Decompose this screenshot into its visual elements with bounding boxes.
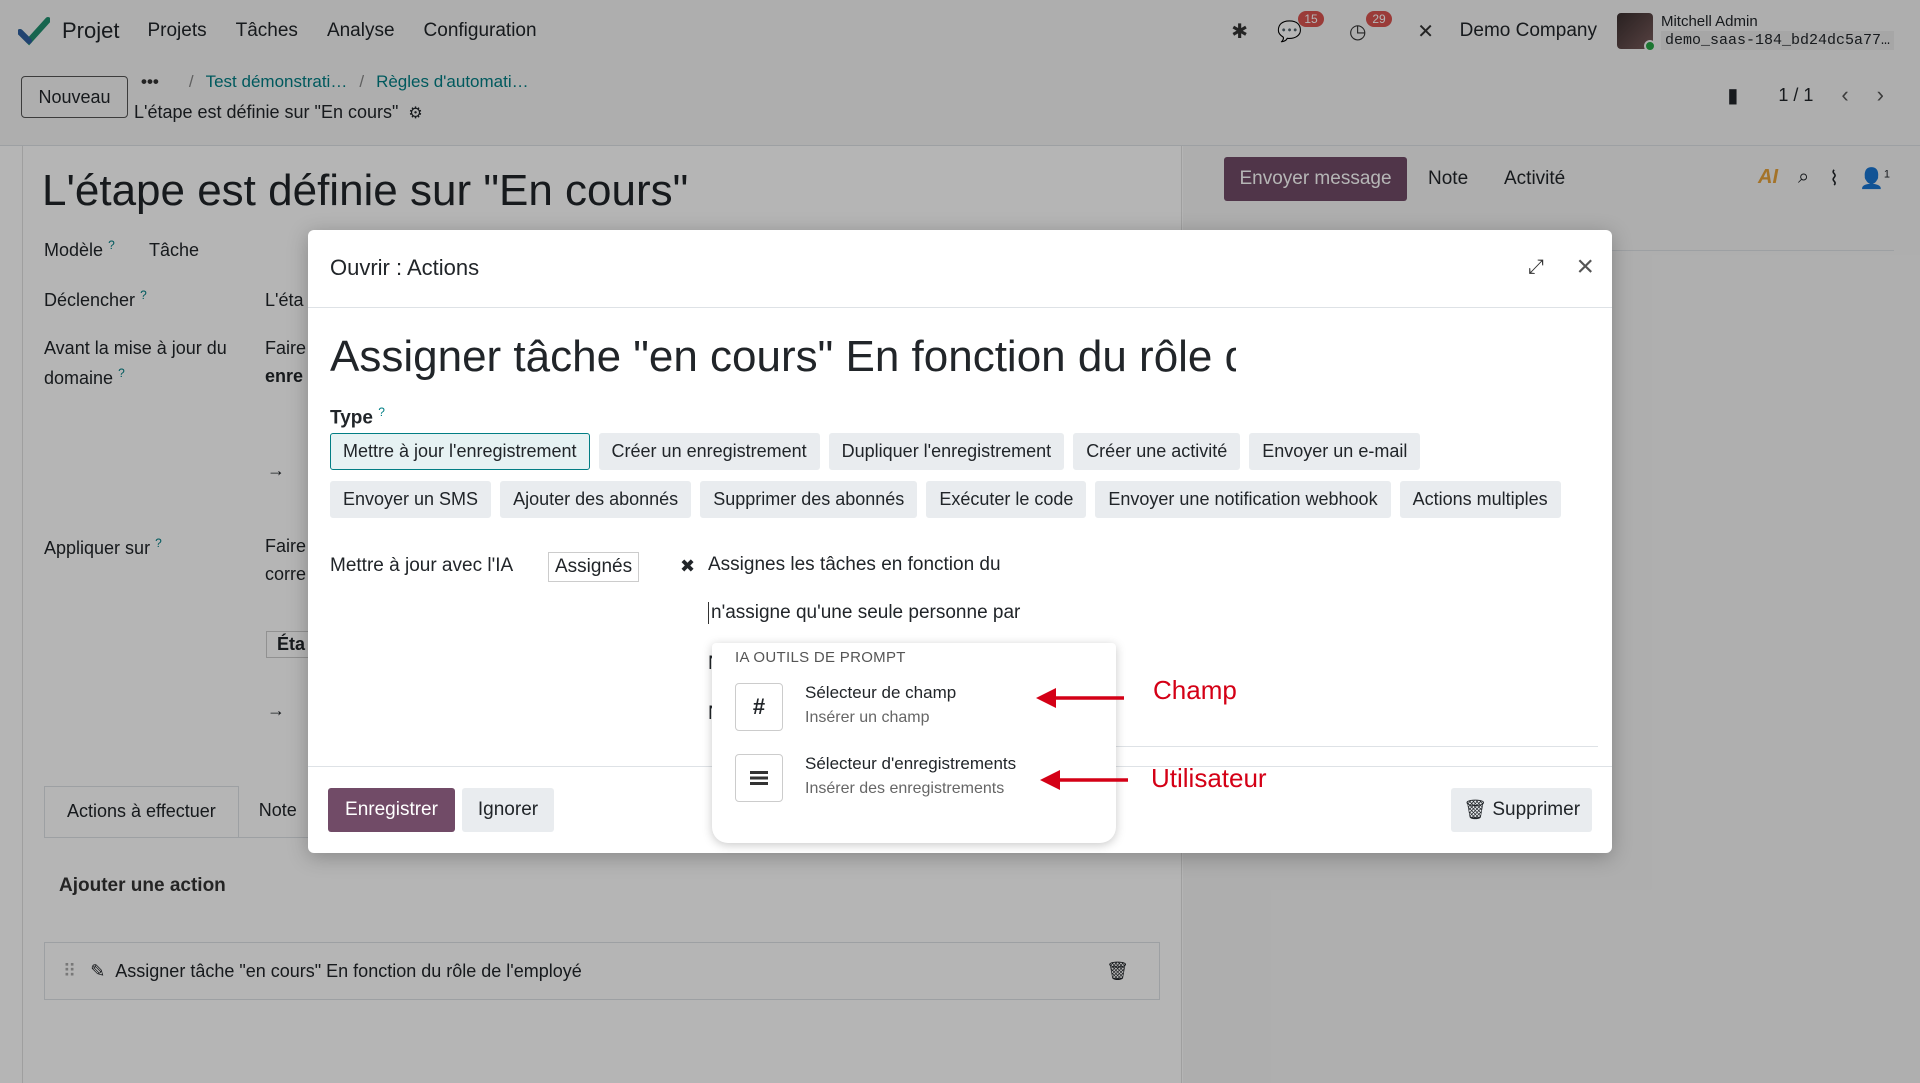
update-ai-label: Mettre à jour avec l'IA bbox=[330, 555, 514, 576]
record-selector-label: Sélecteur d'enregistrements bbox=[805, 754, 1017, 773]
ignore-button[interactable]: Ignorer bbox=[462, 788, 554, 832]
action-name-input[interactable]: Assigner tâche "en cours" En fonction du… bbox=[330, 332, 1236, 382]
type-webhook-button[interactable]: Envoyer une notification webhook bbox=[1095, 481, 1391, 518]
type-create-record-button[interactable]: Créer un enregistrement bbox=[598, 433, 820, 470]
hash-icon: # bbox=[735, 683, 783, 731]
list-icon bbox=[735, 754, 783, 802]
type-send-email-button[interactable]: Envoyer un e-mail bbox=[1249, 433, 1421, 470]
prompt-line-1[interactable]: Assignes les tâches en fonction du bbox=[708, 554, 1001, 576]
type-create-activity-button[interactable]: Créer une activité bbox=[1073, 433, 1241, 470]
type-update-record-button[interactable]: Mettre à jour l'enregistrement bbox=[330, 433, 590, 470]
prompt-line-2[interactable]: n'assigne qu'une seule personne par bbox=[708, 602, 1020, 624]
type-label: Type ? bbox=[330, 405, 385, 429]
close-icon[interactable]: ✖ bbox=[680, 556, 695, 577]
delete-button[interactable]: 🗑 Supprimer bbox=[1451, 788, 1592, 832]
field-underline bbox=[1098, 746, 1598, 747]
close-icon[interactable]: × bbox=[1576, 250, 1594, 284]
field-selector-label: Sélecteur de champ bbox=[805, 683, 957, 702]
expand-icon[interactable]: ⤢ bbox=[1528, 256, 1544, 279]
field-selector[interactable]: Assignés bbox=[548, 552, 640, 582]
type-add-followers-button[interactable]: Ajouter des abonnés bbox=[500, 481, 692, 518]
dialog-header: Ouvrir : Actions ⤢ × bbox=[308, 230, 1612, 308]
type-multi-actions-button[interactable]: Actions multiples bbox=[1399, 481, 1561, 518]
type-send-sms-button[interactable]: Envoyer un SMS bbox=[330, 481, 492, 518]
popover-title: IA OUTILS DE PROMPT bbox=[735, 649, 906, 666]
field-selector-sub: Insérer un champ bbox=[805, 709, 930, 726]
text-caret bbox=[708, 602, 709, 624]
annotation-utilisateur: Utilisateur bbox=[1151, 763, 1267, 793]
save-button[interactable]: Enregistrer bbox=[328, 788, 455, 832]
dialog-title: Ouvrir : Actions bbox=[330, 255, 480, 280]
trash-icon: 🗑 bbox=[1462, 800, 1488, 821]
type-remove-followers-button[interactable]: Supprimer des abonnés bbox=[700, 481, 918, 518]
annotation-champ: Champ bbox=[1153, 675, 1237, 705]
annotation-arrows bbox=[1036, 688, 1128, 790]
type-selector: Mettre à jour l'enregistrement Créer un … bbox=[330, 433, 1590, 529]
type-execute-code-button[interactable]: Exécuter le code bbox=[926, 481, 1087, 518]
record-selector-sub: Insérer des enregistrements bbox=[805, 780, 1005, 797]
type-duplicate-record-button[interactable]: Dupliquer l'enregistrement bbox=[828, 433, 1065, 470]
